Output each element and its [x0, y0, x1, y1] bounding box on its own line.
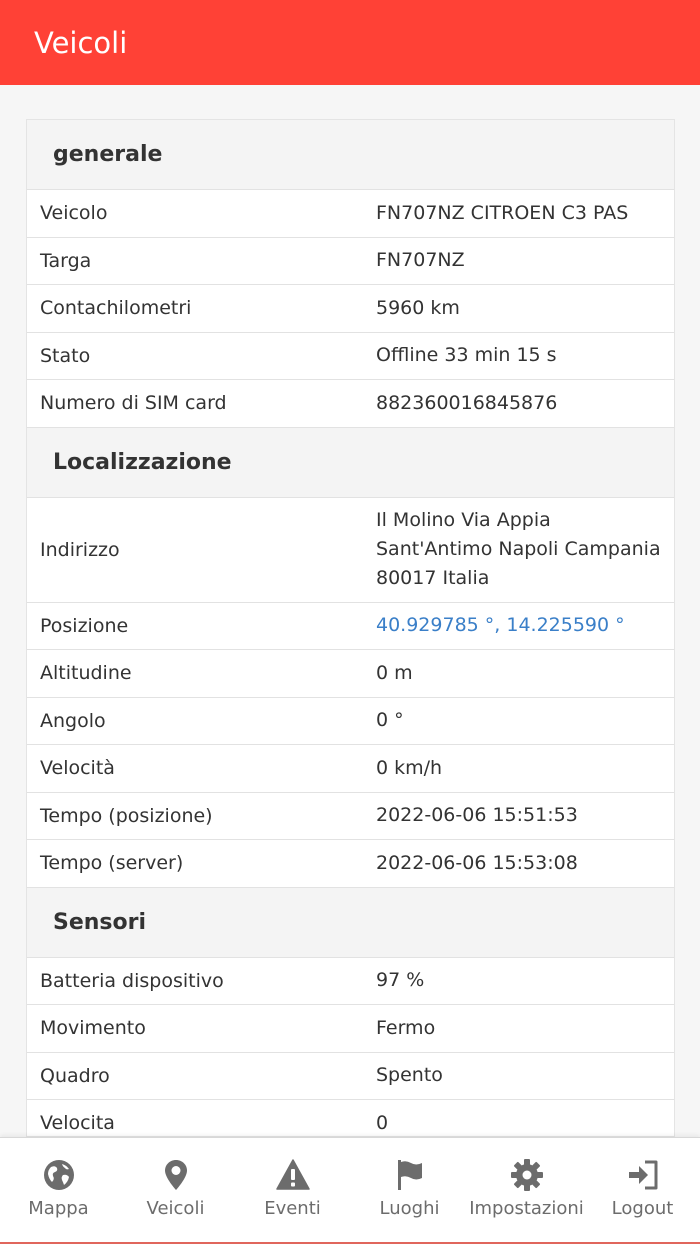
nav-label: Mappa	[28, 1198, 89, 1219]
detail-row-sim: Numero di SIM card 882360016845876	[27, 380, 674, 428]
sign-in-icon	[628, 1160, 657, 1190]
nav-item-luoghi[interactable]: Luoghi	[351, 1138, 468, 1244]
nav-item-logout[interactable]: Logout	[585, 1138, 700, 1244]
nav-item-mappa[interactable]: Mappa	[0, 1138, 117, 1244]
map-pin-icon	[164, 1160, 187, 1190]
row-label: Indirizzo	[40, 538, 120, 561]
detail-row-tempo-server: Tempo (server) 2022-06-06 15:53:08	[27, 840, 674, 888]
row-label: Tempo (server)	[40, 852, 184, 875]
nav-label: Eventi	[264, 1198, 321, 1219]
row-value: 0 km/h	[376, 756, 443, 779]
address-line-3: 80017 Italia	[376, 567, 490, 589]
detail-row-contachilometri: Contachilometri 5960 km	[27, 285, 674, 333]
row-value: Fermo	[376, 1016, 436, 1039]
nav-label: Luoghi	[379, 1198, 440, 1219]
row-value: 2022-06-06 15:53:08	[376, 851, 578, 874]
bottom-navigation: Mappa Veicoli Eventi Luoghi Impostazioni…	[0, 1137, 700, 1244]
detail-row-velocita-sensore: Velocita 0	[27, 1100, 674, 1136]
row-value: 2022-06-06 15:51:53	[376, 804, 578, 827]
row-label: Posizione	[40, 614, 129, 637]
nav-label: Logout	[611, 1198, 674, 1219]
nav-item-impostazioni[interactable]: Impostazioni	[468, 1138, 585, 1244]
row-label: Velocità	[40, 757, 115, 780]
globe-icon	[43, 1160, 74, 1190]
flag-icon	[397, 1160, 422, 1190]
detail-row-angolo: Angolo 0 °	[27, 698, 674, 745]
row-label: Targa	[40, 249, 92, 272]
row-value: Offline 33 min 15 s	[376, 344, 557, 367]
warning-icon	[275, 1159, 310, 1190]
nav-item-veicoli[interactable]: Veicoli	[117, 1138, 234, 1244]
row-label: Velocita	[40, 1112, 115, 1135]
row-value: 0 m	[376, 661, 413, 684]
vehicle-details-panel[interactable]: generale Veicolo FN707NZ CITROEN C3 PAS …	[26, 119, 675, 1137]
gear-icon	[510, 1159, 543, 1191]
detail-row-stato: Stato Offline 33 min 15 s	[27, 333, 674, 380]
row-value: 0	[376, 1111, 389, 1134]
row-value: FN707NZ CITROEN C3 PAS	[376, 201, 629, 224]
row-label: Quadro	[40, 1064, 110, 1087]
row-label: Altitudine	[40, 662, 132, 685]
row-value: 0 °	[376, 709, 404, 732]
row-value: 5960 km	[376, 296, 460, 319]
row-label: Angolo	[40, 709, 106, 732]
row-label: Movimento	[40, 1017, 146, 1040]
detail-row-movimento: Movimento Fermo	[27, 1005, 674, 1053]
address-line-1: Il Molino Via Appia	[376, 509, 551, 531]
nav-item-eventi[interactable]: Eventi	[234, 1138, 351, 1244]
row-value: 97 %	[376, 969, 425, 992]
section-header-localizzazione: Localizzazione	[27, 427, 674, 498]
row-value: FN707NZ	[376, 249, 465, 272]
row-label: Stato	[40, 344, 91, 367]
row-label: Tempo (posizione)	[40, 804, 213, 827]
row-value: 882360016845876	[376, 391, 558, 414]
position-link[interactable]: 40.929785 °, 14.225590 °	[376, 611, 674, 640]
page-title: Veicoli	[34, 25, 128, 60]
detail-row-velocita: Velocità 0 km/h	[27, 745, 674, 793]
section-header-sensori: Sensori	[27, 887, 674, 958]
app-header: Veicoli	[0, 0, 700, 85]
row-label: Veicolo	[40, 202, 108, 225]
row-value: Spento	[376, 1064, 443, 1087]
nav-label: Veicoli	[146, 1198, 205, 1219]
detail-row-indirizzo: Indirizzo Il Molino Via Appia Sant'Antim…	[27, 498, 674, 603]
detail-row-posizione: Posizione 40.929785 °, 14.225590 °	[27, 603, 674, 650]
row-label: Contachilometri	[40, 297, 192, 320]
address-line-2: Sant'Antimo Napoli Campania	[376, 538, 661, 560]
row-label: Batteria dispositivo	[40, 969, 224, 992]
detail-row-tempo-posizione: Tempo (posizione) 2022-06-06 15:51:53	[27, 793, 674, 840]
section-header-generale: generale	[27, 120, 674, 190]
row-label: Numero di SIM card	[40, 392, 227, 415]
detail-row-altitudine: Altitudine 0 m	[27, 650, 674, 698]
detail-row-targa: Targa FN707NZ	[27, 238, 674, 285]
detail-row-quadro: Quadro Spento	[27, 1053, 674, 1100]
detail-row-veicolo: Veicolo FN707NZ CITROEN C3 PAS	[27, 190, 674, 238]
detail-row-batteria: Batteria dispositivo 97 %	[27, 958, 674, 1005]
nav-label: Impostazioni	[469, 1198, 584, 1219]
address-value: Il Molino Via Appia Sant'Antimo Napoli C…	[376, 506, 674, 593]
